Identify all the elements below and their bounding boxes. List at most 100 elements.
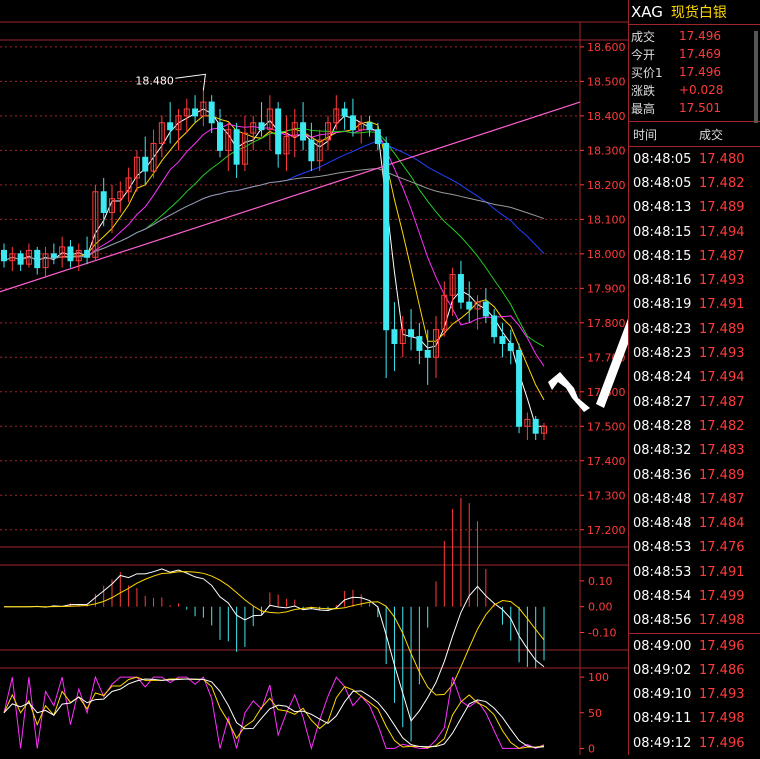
- candle-body: [258, 122, 265, 131]
- quote-panel: XAG 现货白银 成交 17.496 今开 17.469 买价1 17.496 涨跌 +…: [628, 0, 760, 755]
- trade-row: 08:49:11 17.498: [629, 707, 760, 731]
- quote-row: 最高 17.501: [629, 99, 760, 117]
- quote-value: 17.501: [679, 101, 721, 115]
- trade-row: 08:49:00 17.496: [629, 632, 760, 658]
- quote-row: 涨跌 +0.028: [629, 81, 760, 99]
- macd-dea-line: [4, 571, 545, 696]
- trade-time: 08:48:05: [633, 175, 692, 191]
- trade-price: 17.493: [699, 346, 745, 362]
- trade-row: 08:48:56 17.498: [629, 609, 760, 633]
- trade-time: 08:49:11: [633, 711, 692, 727]
- candle-body: [416, 336, 423, 351]
- trade-time: 08:48:53: [633, 564, 692, 580]
- price-tick-label: 17.800: [587, 317, 626, 330]
- price-tick-label: 17.300: [587, 489, 626, 502]
- candle-body: [300, 122, 307, 141]
- osc-k-line: [3, 675, 545, 751]
- trade-price: 17.487: [699, 248, 745, 264]
- candle-body: [50, 253, 57, 258]
- trade-price: 17.498: [699, 711, 745, 727]
- macd-tick-label: 0.10: [588, 575, 613, 588]
- trade-time: 08:48:56: [633, 613, 692, 629]
- trade-price: 17.476: [699, 540, 745, 556]
- trade-row: 08:48:53 17.491: [629, 560, 760, 584]
- trade-row: 08:48:24 17.494: [629, 366, 760, 390]
- trade-price: 17.486: [699, 662, 745, 678]
- trade-price: 17.482: [699, 418, 745, 434]
- symbol-header: XAG 现货白银: [629, 0, 760, 25]
- quote-label: 成交: [631, 29, 656, 44]
- quote-value: 17.469: [679, 47, 721, 61]
- trade-time: 08:48:28: [633, 418, 692, 434]
- trade-row: 08:48:13 17.489: [629, 196, 760, 220]
- candle-body: [34, 249, 41, 269]
- trade-price: 17.484: [699, 516, 745, 532]
- trade-time: 08:48:15: [633, 224, 692, 240]
- candle-body: [1, 249, 7, 262]
- symbol-name: 现货白银: [670, 5, 727, 21]
- trade-price: 17.493: [699, 273, 745, 289]
- price-tick-label: 17.200: [587, 524, 626, 537]
- candle-body: [424, 349, 431, 358]
- candle-body: [457, 274, 464, 303]
- ma-line-white: [3, 108, 544, 427]
- trade-price: 17.499: [699, 588, 745, 604]
- trade-time: 08:48:54: [633, 588, 692, 604]
- symbol-code: XAG: [631, 3, 663, 21]
- trade-time: 08:49:02: [633, 662, 692, 678]
- osc-tick-label: 0: [588, 742, 595, 755]
- osc-tick-label: 100: [588, 671, 609, 684]
- ma-line-gray: [3, 168, 545, 262]
- trade-row: 08:48:15 17.487: [629, 244, 760, 268]
- trade-row: 08:48:28 17.482: [629, 414, 760, 438]
- candle-body: [142, 156, 149, 172]
- price-tick-label: 18.000: [587, 248, 626, 261]
- trade-row: 08:49:10 17.493: [629, 683, 760, 707]
- quote-label: 买价1: [631, 65, 663, 80]
- candle-body: [349, 115, 356, 131]
- quote-value: 17.496: [679, 65, 721, 79]
- quote-scrollbar[interactable]: [754, 31, 758, 123]
- trade-price: 17.493: [699, 687, 745, 703]
- high-marker-line: [175, 73, 206, 91]
- trade-time: 08:48:16: [633, 273, 692, 289]
- trade-price: 17.480: [699, 151, 745, 167]
- trade-time: 08:48:13: [633, 200, 692, 216]
- candle-body: [374, 129, 381, 144]
- trades-price-header: 成交: [699, 127, 724, 142]
- osc-tick-label: 50: [588, 707, 602, 720]
- price-tick-label: 18.300: [587, 144, 626, 157]
- candle-body: [408, 329, 415, 338]
- price-chart[interactable]: 18.600 18.500 18.400 18.300 18.200 18.100 18.0…: [0, 0, 748, 755]
- high-marker-label: 18.480: [135, 74, 174, 87]
- candle-body: [491, 315, 498, 338]
- trade-time: 08:48:32: [633, 443, 692, 459]
- price-tick-label: 17.500: [587, 420, 626, 433]
- ma-line-green: [3, 127, 545, 348]
- chart-area[interactable]: 18.600 18.500 18.400 18.300 18.200 18.100 18.0…: [0, 0, 748, 755]
- trade-price: 17.489: [699, 467, 745, 483]
- trade-time: 08:49:10: [633, 687, 692, 703]
- trade-row: 08:48:15 17.494: [629, 220, 760, 244]
- price-tick-label: 17.400: [587, 455, 626, 468]
- candle-body: [217, 122, 223, 151]
- candle-body: [67, 246, 74, 262]
- trade-time: 08:48:48: [633, 491, 692, 507]
- price-tick-label: 18.400: [587, 110, 626, 123]
- candle-body: [366, 122, 373, 131]
- trade-price: 17.491: [699, 297, 745, 313]
- quote-label: 最高: [631, 101, 656, 116]
- quote-label: 涨跌: [631, 83, 656, 98]
- quote-label: 今开: [631, 47, 656, 62]
- trade-row: 08:48:23 17.489: [629, 317, 760, 341]
- macd-tick-label: -0.10: [588, 627, 616, 640]
- trade-time: 08:48:19: [633, 297, 692, 313]
- trade-price: 17.498: [699, 613, 745, 629]
- trades-list[interactable]: 08:48:05 17.480 08:48:05 17.482 08:48:13 17.4…: [629, 147, 760, 755]
- trade-price: 17.494: [699, 224, 745, 240]
- osc-j-line: [3, 678, 545, 749]
- trade-time: 08:48:15: [633, 248, 692, 264]
- price-tick-label: 18.500: [587, 75, 626, 88]
- candle-body: [233, 129, 240, 165]
- macd-tick-label: 0.00: [588, 601, 613, 614]
